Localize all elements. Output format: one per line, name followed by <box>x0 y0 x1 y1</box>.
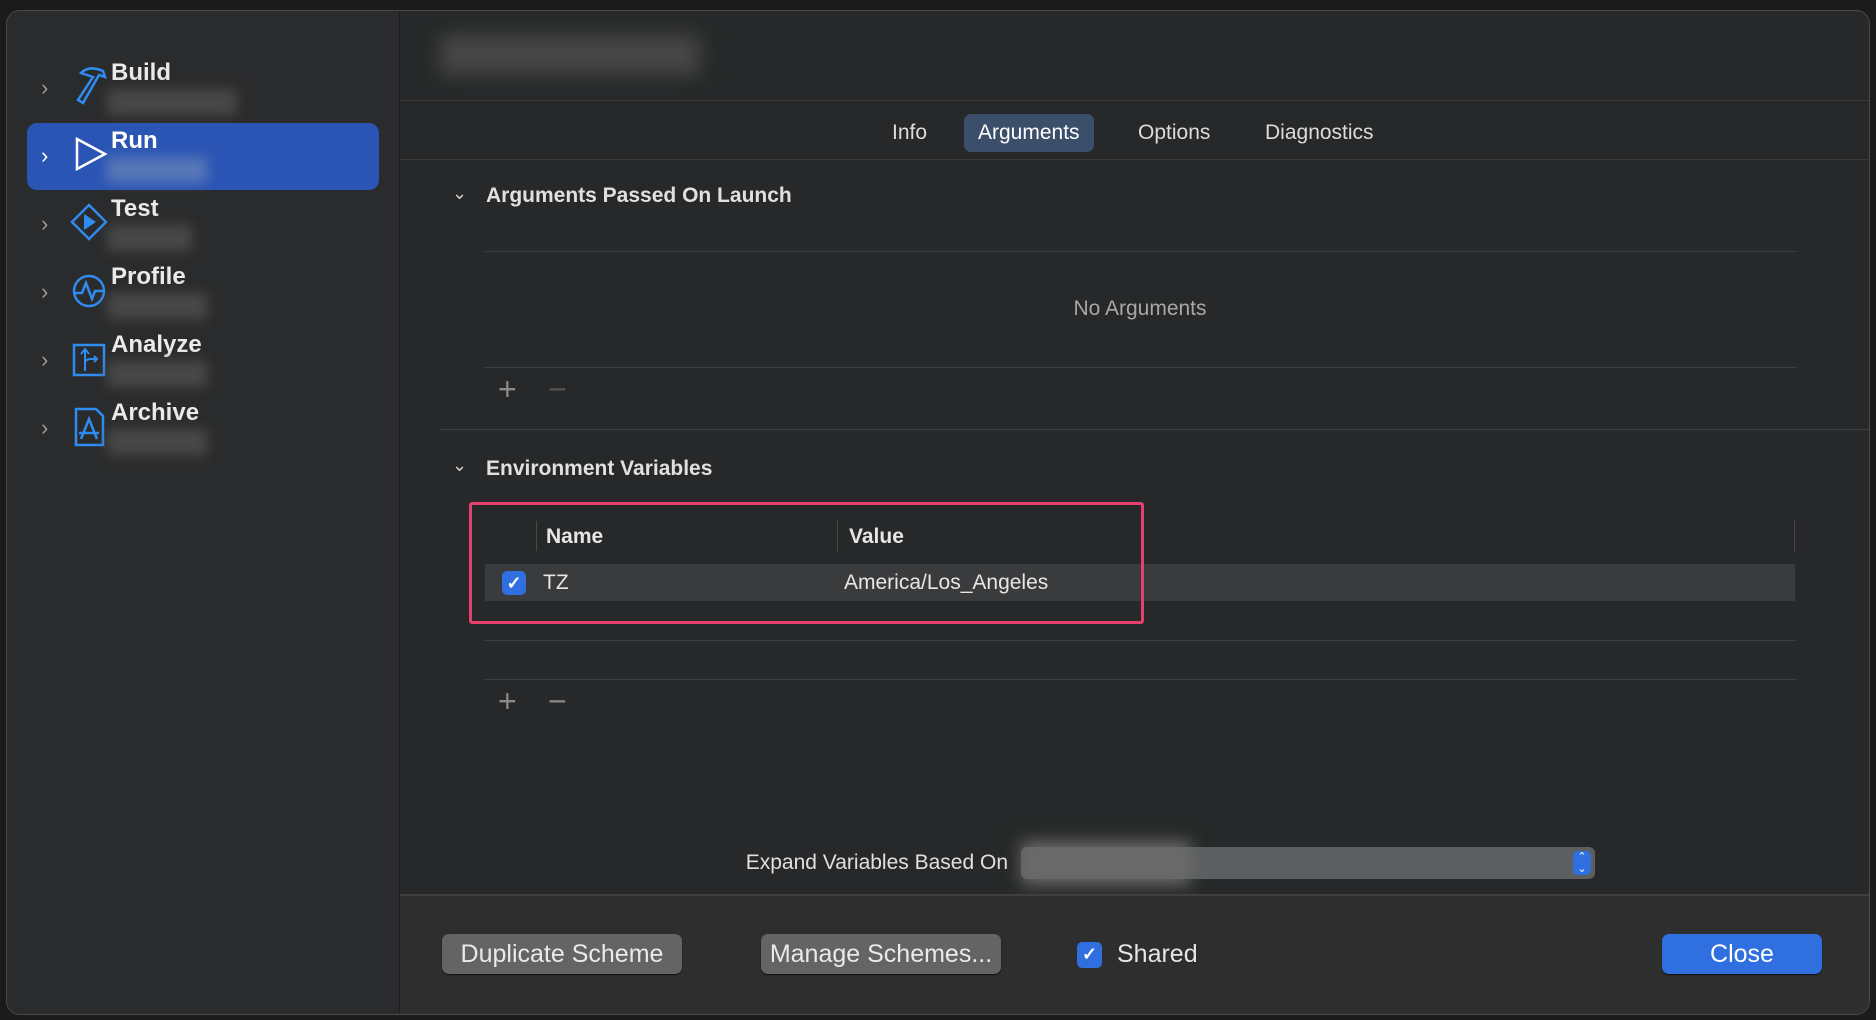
profile-waveform-icon <box>72 274 106 308</box>
tab-arguments[interactable]: Arguments <box>964 114 1094 152</box>
chevron-right-icon[interactable]: › <box>41 143 61 168</box>
analyze-icon <box>72 343 106 377</box>
sidebar-item-profile[interactable]: › Profile <box>27 259 379 326</box>
blurred-target-name <box>1021 841 1191 885</box>
shared-label: Shared <box>1117 940 1198 968</box>
sidebar-item-test[interactable]: › Test <box>27 191 379 258</box>
highlight-box <box>469 502 1144 624</box>
add-argument-button[interactable]: + <box>498 371 517 408</box>
blurred-subtitle <box>107 157 207 183</box>
manage-schemes-button[interactable]: Manage Schemes... <box>761 934 1001 974</box>
divider <box>485 640 1795 641</box>
sidebar-item-build[interactable]: › Build <box>27 55 379 122</box>
sidebar-item-run[interactable]: › Run <box>27 123 379 190</box>
arguments-section-title: Arguments Passed On Launch <box>486 184 792 207</box>
chevron-down-icon[interactable]: ⌄ <box>452 455 467 476</box>
scheme-header <box>400 11 1869 101</box>
env-section-title: Environment Variables <box>486 457 713 480</box>
blurred-subtitle <box>107 361 207 387</box>
divider <box>485 367 1797 368</box>
chevron-updown-icon: ⌃ ⌄ <box>1573 851 1591 875</box>
blurred-subtitle <box>107 293 207 319</box>
blurred-subtitle <box>107 429 207 455</box>
tab-bar: Info Arguments Options Diagnostics <box>400 102 1869 160</box>
action-sidebar: › Build › Run › Test › Profile › Analyze <box>7 11 400 1014</box>
add-variable-button[interactable]: + <box>498 683 517 720</box>
tab-info[interactable]: Info <box>878 114 941 152</box>
tab-diagnostics[interactable]: Diagnostics <box>1251 114 1388 152</box>
divider <box>485 679 1797 680</box>
blurred-subtitle <box>107 225 192 251</box>
chevron-right-icon[interactable]: › <box>41 211 61 236</box>
tab-options[interactable]: Options <box>1124 114 1224 152</box>
close-button[interactable]: Close <box>1662 934 1822 974</box>
chevron-down-icon[interactable]: ⌄ <box>452 183 467 204</box>
expand-variables-label: Expand Variables Based On <box>745 851 1008 874</box>
chevron-right-icon[interactable]: › <box>41 75 61 100</box>
chevron-right-icon[interactable]: › <box>41 347 61 372</box>
sidebar-item-analyze[interactable]: › Analyze <box>27 327 379 394</box>
sidebar-item-archive[interactable]: › Archive <box>27 395 379 462</box>
scheme-content: Info Arguments Options Diagnostics ⌄ Arg… <box>400 11 1869 1014</box>
blurred-scheme-name <box>440 35 700 75</box>
hammer-icon <box>76 67 107 105</box>
duplicate-scheme-button[interactable]: Duplicate Scheme <box>442 934 682 974</box>
archive-icon <box>74 407 105 447</box>
no-arguments-label: No Arguments <box>1073 297 1207 320</box>
test-diamond-icon <box>70 203 108 241</box>
divider <box>485 251 1797 252</box>
scheme-editor-window: › Build › Run › Test › Profile › Analyze <box>6 10 1870 1015</box>
chevron-right-icon[interactable]: › <box>41 415 61 440</box>
expand-variables-popup[interactable]: ⌃ ⌄ <box>1021 841 1595 885</box>
play-icon <box>75 136 108 172</box>
blurred-subtitle <box>107 89 237 115</box>
remove-variable-button[interactable]: − <box>548 683 567 720</box>
divider <box>440 429 1869 430</box>
shared-checkbox[interactable]: ✓ <box>1077 942 1102 968</box>
chevron-right-icon[interactable]: › <box>41 279 61 304</box>
remove-argument-button[interactable]: − <box>548 371 567 408</box>
